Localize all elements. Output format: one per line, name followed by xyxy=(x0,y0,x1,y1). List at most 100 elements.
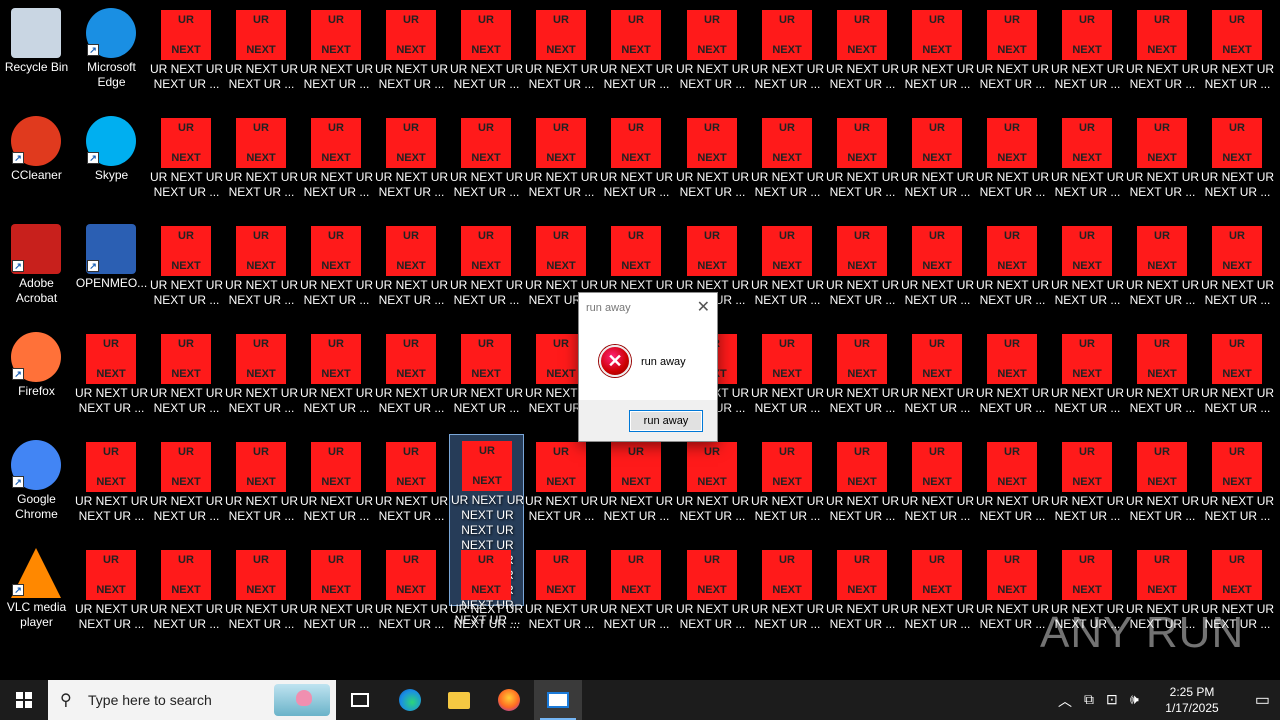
ur-next-shortcut[interactable]: UR NEXT UR NEXT UR NEXT UR ... xyxy=(299,328,374,436)
ur-next-shortcut[interactable]: UR NEXT UR NEXT UR NEXT UR ... xyxy=(900,112,975,220)
network-icon[interactable]: ⊡ xyxy=(1106,691,1118,708)
ur-next-shortcut[interactable]: UR NEXT UR NEXT UR NEXT UR ... xyxy=(374,436,449,544)
ur-next-shortcut[interactable]: UR NEXT UR NEXT UR NEXT UR ... xyxy=(449,220,524,328)
ur-next-shortcut[interactable]: UR NEXT UR NEXT UR NEXT UR ... xyxy=(1050,112,1125,220)
ur-next-shortcut[interactable]: UR NEXT UR NEXT UR NEXT UR ... xyxy=(675,436,750,544)
ur-next-shortcut[interactable]: UR NEXT UR NEXT UR NEXT UR ... xyxy=(149,328,224,436)
desktop-icon[interactable]: ↗ Google Chrome xyxy=(0,436,74,544)
desktop-icon[interactable]: ↗ Skype xyxy=(74,112,149,220)
ur-next-shortcut[interactable]: UR NEXT UR NEXT UR NEXT UR ... xyxy=(1050,4,1125,112)
ur-next-shortcut[interactable]: UR NEXT UR NEXT UR NEXT UR ... xyxy=(74,436,149,544)
ur-next-shortcut[interactable]: UR NEXT UR NEXT UR NEXT UR ... xyxy=(149,4,224,112)
ur-next-shortcut[interactable]: UR NEXT UR NEXT UR NEXT UR ... xyxy=(900,544,975,652)
ur-next-shortcut[interactable]: UR NEXT UR NEXT UR NEXT UR ... xyxy=(825,4,900,112)
ur-next-shortcut[interactable]: UR NEXT UR NEXT UR NEXT UR ... xyxy=(374,544,449,652)
ur-next-shortcut[interactable]: UR NEXT UR NEXT UR NEXT UR ... xyxy=(750,328,825,436)
ur-next-shortcut[interactable]: UR NEXT UR NEXT UR NEXT UR ... xyxy=(900,220,975,328)
ur-next-shortcut[interactable]: UR NEXT UR NEXT UR NEXT UR ... xyxy=(1050,436,1125,544)
ur-next-shortcut[interactable]: UR NEXT UR NEXT UR NEXT UR ... xyxy=(825,544,900,652)
desktop-icon[interactable]: ↗ Microsoft Edge xyxy=(74,4,149,112)
ur-next-shortcut[interactable]: UR NEXT UR NEXT UR NEXT UR ... xyxy=(224,112,299,220)
ur-next-shortcut[interactable]: UR NEXT UR NEXT UR NEXT UR ... xyxy=(224,328,299,436)
search-box[interactable]: ⚲ Type here to search xyxy=(48,680,336,720)
ur-next-shortcut[interactable]: UR NEXT UR NEXT UR NEXT UR ... xyxy=(1125,4,1200,112)
notification-icon[interactable]: ▭ xyxy=(1255,690,1270,710)
ur-next-shortcut[interactable]: UR NEXT UR NEXT UR NEXT UR ... xyxy=(975,220,1050,328)
ur-next-shortcut[interactable]: UR NEXT UR NEXT UR NEXT UR ... xyxy=(149,112,224,220)
ur-next-shortcut[interactable]: UR NEXT UR NEXT UR NEXT UR ... xyxy=(1125,328,1200,436)
ur-next-shortcut[interactable]: UR NEXT UR NEXT UR NEXT UR ... xyxy=(975,328,1050,436)
ur-next-shortcut[interactable]: UR NEXT UR NEXT UR NEXT UR ... xyxy=(449,544,524,652)
close-icon[interactable]: ✕ xyxy=(697,297,710,317)
ur-next-shortcut[interactable]: UR NEXT UR NEXT UR NEXT UR ... xyxy=(1200,436,1275,544)
ur-next-shortcut[interactable]: UR NEXT UR NEXT UR NEXT UR ... xyxy=(524,544,599,652)
ur-next-shortcut[interactable]: UR NEXT UR NEXT UR NEXT UR ... xyxy=(374,328,449,436)
ur-next-shortcut[interactable]: UR NEXT UR NEXT UR NEXT UR ... xyxy=(599,436,674,544)
ur-next-shortcut[interactable]: UR NEXT UR NEXT UR NEXT UR ... xyxy=(224,4,299,112)
ur-next-shortcut[interactable]: UR NEXT UR NEXT UR NEXT UR ... xyxy=(299,112,374,220)
ur-next-shortcut[interactable]: UR NEXT UR NEXT UR NEXT UR ... xyxy=(374,220,449,328)
ur-next-shortcut[interactable]: UR NEXT UR NEXT UR NEXT UR ... xyxy=(975,436,1050,544)
taskbar-firefox-button[interactable] xyxy=(485,680,533,720)
ur-next-shortcut[interactable]: UR NEXT UR NEXT UR NEXT UR ... xyxy=(675,4,750,112)
desktop-icon[interactable]: ↗ VLC media player xyxy=(0,544,74,652)
ur-next-shortcut[interactable]: UR NEXT UR NEXT UR NEXT UR ... xyxy=(825,328,900,436)
ur-next-shortcut[interactable]: UR NEXT UR NEXT UR NEXT UR ... xyxy=(149,220,224,328)
taskbar-active-app-button[interactable] xyxy=(534,680,582,720)
ur-next-shortcut[interactable]: UR NEXT UR NEXT UR NEXT UR ... xyxy=(975,4,1050,112)
ur-next-shortcut[interactable]: UR NEXT UR NEXT UR NEXT UR ... xyxy=(750,436,825,544)
ur-next-shortcut[interactable]: UR NEXT UR NEXT UR NEXT UR ... xyxy=(825,436,900,544)
ur-next-shortcut[interactable]: UR NEXT UR NEXT UR NEXT UR ... xyxy=(224,544,299,652)
ur-next-shortcut[interactable]: UR NEXT UR NEXT UR NEXT UR ... xyxy=(1200,4,1275,112)
ur-next-shortcut[interactable]: UR NEXT UR NEXT UR NEXT UR ... xyxy=(675,112,750,220)
ur-next-shortcut[interactable]: UR NEXT UR NEXT UR NEXT UR ... xyxy=(599,4,674,112)
ur-next-shortcut[interactable]: UR NEXT UR NEXT UR NEXT UR ... xyxy=(449,112,524,220)
ur-next-shortcut[interactable]: UR NEXT UR NEXT UR NEXT UR ... xyxy=(449,328,524,436)
chevron-up-icon[interactable]: ︿ xyxy=(1058,691,1072,711)
device-icon[interactable]: ⧉ xyxy=(1084,691,1094,708)
task-view-button[interactable] xyxy=(336,680,384,720)
ur-next-shortcut[interactable]: UR NEXT UR NEXT UR NEXT UR ... xyxy=(299,220,374,328)
taskbar-edge-button[interactable] xyxy=(386,680,434,720)
desktop-icon[interactable]: ↗ CCleaner xyxy=(0,112,74,220)
start-button[interactable] xyxy=(0,680,48,720)
ur-next-shortcut[interactable]: UR NEXT UR NEXT UR NEXT UR ... xyxy=(299,544,374,652)
ur-next-shortcut[interactable]: UR NEXT UR NEXT UR NEXT UR ... xyxy=(374,4,449,112)
ur-next-shortcut[interactable]: UR NEXT UR NEXT UR NEXT UR ... xyxy=(224,220,299,328)
ur-next-shortcut[interactable]: UR NEXT UR NEXT UR NEXT UR ... xyxy=(599,112,674,220)
ur-next-shortcut[interactable]: UR NEXT UR NEXT UR NEXT UR ... xyxy=(74,328,149,436)
ur-next-shortcut[interactable]: UR NEXT UR NEXT UR NEXT UR ... xyxy=(1125,436,1200,544)
ur-next-shortcut[interactable]: UR NEXT UR NEXT UR NEXT UR ... xyxy=(1200,220,1275,328)
ur-next-shortcut[interactable]: UR NEXT UR NEXT UR NEXT UR ... xyxy=(599,544,674,652)
desktop-icon[interactable]: ↗ OPENMEO... xyxy=(74,220,149,328)
ur-next-shortcut[interactable]: UR NEXT UR NEXT UR NEXT UR ... xyxy=(524,112,599,220)
ur-next-shortcut[interactable]: UR NEXT UR NEXT UR NEXT UR ... xyxy=(299,436,374,544)
ur-next-shortcut[interactable]: UR NEXT UR NEXT UR NEXT UR ... xyxy=(1050,220,1125,328)
ur-next-shortcut[interactable]: UR NEXT UR NEXT UR NEXT UR ... xyxy=(1125,112,1200,220)
ur-next-shortcut[interactable]: UR NEXT UR NEXT UR NEXT UR ... xyxy=(825,220,900,328)
ur-next-shortcut[interactable]: UR NEXT UR NEXT UR NEXT UR ... xyxy=(750,4,825,112)
ur-next-shortcut[interactable]: UR NEXT UR NEXT UR NEXT UR ... xyxy=(675,544,750,652)
ur-next-shortcut[interactable]: UR NEXT UR NEXT UR NEXT UR ... xyxy=(900,4,975,112)
desktop-icon[interactable]: ↗ Firefox xyxy=(0,328,74,436)
ur-next-shortcut[interactable]: UR NEXT UR NEXT UR NEXT UR ... xyxy=(149,544,224,652)
ur-next-shortcut[interactable]: UR NEXT UR NEXT UR NEXT UR ... xyxy=(449,4,524,112)
taskbar-file-explorer-button[interactable] xyxy=(435,680,483,720)
desktop-icon[interactable]: ↗ Adobe Acrobat xyxy=(0,220,74,328)
ur-next-shortcut[interactable]: UR NEXT UR NEXT UR NEXT UR ... xyxy=(1200,328,1275,436)
ur-next-shortcut[interactable]: UR NEXT UR NEXT UR NEXT UR ... xyxy=(524,436,599,544)
ur-next-shortcut[interactable]: UR NEXT UR NEXT UR NEXT UR ... xyxy=(750,544,825,652)
ur-next-shortcut[interactable]: UR NEXT UR NEXT UR NEXT UR ... xyxy=(900,436,975,544)
ur-next-shortcut[interactable]: UR NEXT UR NEXT UR NEXT UR ... xyxy=(900,328,975,436)
ur-next-shortcut[interactable]: UR NEXT UR NEXT UR NEXT UR ... xyxy=(975,544,1050,652)
ur-next-shortcut[interactable]: UR NEXT UR NEXT UR NEXT UR ... xyxy=(374,112,449,220)
run-away-button[interactable]: run away xyxy=(629,410,703,432)
clock[interactable]: 2:25 PM 1/17/2025 xyxy=(1162,684,1222,716)
ur-next-shortcut[interactable]: UR NEXT UR NEXT UR NEXT UR ... xyxy=(524,4,599,112)
ur-next-shortcut[interactable]: UR NEXT UR NEXT UR NEXT UR ... xyxy=(750,220,825,328)
ur-next-shortcut[interactable]: UR NEXT UR NEXT UR NEXT UR ... xyxy=(975,112,1050,220)
ur-next-shortcut[interactable]: UR NEXT UR NEXT UR NEXT UR ... xyxy=(224,436,299,544)
ur-next-shortcut[interactable]: UR NEXT UR NEXT UR NEXT UR ... xyxy=(149,436,224,544)
ur-next-shortcut[interactable]: UR NEXT UR NEXT UR NEXT UR ... xyxy=(1125,220,1200,328)
ur-next-shortcut[interactable]: UR NEXT UR NEXT UR NEXT UR ... xyxy=(299,4,374,112)
